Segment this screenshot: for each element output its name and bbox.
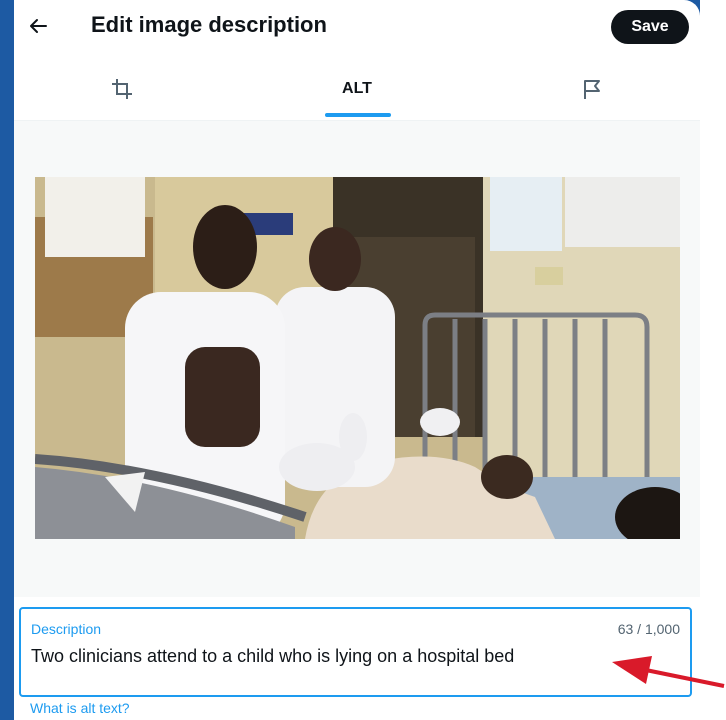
tab-alt-label: ALT	[342, 80, 372, 97]
tab-bar: ALT	[14, 60, 700, 118]
dialog-title: Edit image description	[91, 12, 327, 37]
crop-icon	[112, 79, 132, 99]
description-label: Description	[31, 621, 102, 637]
flag-icon	[584, 80, 600, 99]
edit-image-description-dialog: Edit image description Save ALT Descript…	[14, 0, 700, 720]
character-count: 63 / 1,000	[617, 621, 680, 637]
description-field[interactable]: Description 63 / 1,000 Two clinicians at…	[19, 607, 692, 697]
tab-crop[interactable]	[62, 60, 182, 118]
hospital-photo	[35, 177, 680, 539]
save-button[interactable]: Save	[611, 10, 689, 44]
description-input[interactable]: Two clinicians attend to a child who is …	[31, 644, 671, 684]
arrow-left-icon	[30, 19, 47, 33]
tab-alt[interactable]: ALT	[297, 60, 417, 118]
backdrop	[700, 0, 726, 720]
image-preview	[35, 177, 680, 539]
image-preview-area	[14, 120, 700, 597]
what-is-alt-text-link[interactable]: What is alt text?	[30, 700, 130, 716]
tab-flag[interactable]	[532, 60, 652, 118]
back-button[interactable]	[22, 6, 54, 46]
dialog-header: Edit image description Save	[14, 0, 700, 52]
active-tab-indicator	[325, 113, 391, 117]
